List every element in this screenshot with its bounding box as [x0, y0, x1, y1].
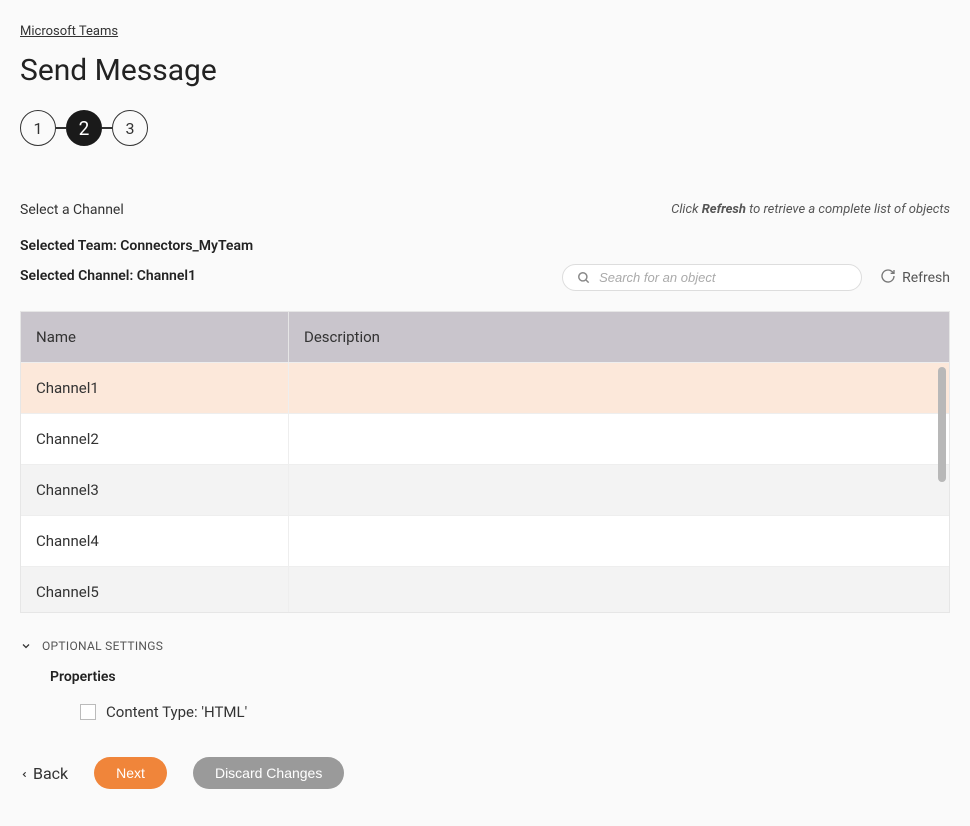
refresh-hint: Click Refresh to retrieve a complete lis… [671, 202, 950, 217]
breadcrumb-link[interactable]: Microsoft Teams [20, 24, 118, 39]
cell-name: Channel1 [21, 363, 289, 413]
step-connector [102, 127, 112, 129]
hint-suffix: to retrieve a complete list of objects [746, 202, 950, 217]
cell-name: Channel3 [21, 465, 289, 515]
channel-table: Name Description Channel1Channel2Channel… [20, 311, 950, 613]
back-button[interactable]: Back [20, 764, 68, 783]
search-input[interactable] [599, 270, 847, 285]
cell-name: Channel2 [21, 414, 289, 464]
optional-settings-label: OPTIONAL SETTINGS [42, 639, 163, 653]
step-connector [56, 127, 66, 129]
selected-team: Selected Team: Connectors_MyTeam [20, 238, 950, 254]
table-row[interactable]: Channel1 [21, 362, 949, 413]
chevron-down-icon [20, 640, 32, 652]
discard-button[interactable]: Discard Changes [193, 757, 344, 789]
header-description[interactable]: Description [289, 328, 949, 346]
table-body: Channel1Channel2Channel3Channel4Channel5 [21, 362, 949, 612]
search-box[interactable] [562, 264, 862, 291]
refresh-icon [880, 268, 896, 288]
hint-prefix: Click [671, 202, 702, 217]
hint-strong: Refresh [702, 202, 746, 217]
table-row[interactable]: Channel5 [21, 566, 949, 612]
search-icon [577, 271, 591, 285]
refresh-button[interactable]: Refresh [880, 268, 950, 288]
refresh-label: Refresh [902, 270, 950, 286]
scrollbar[interactable] [938, 367, 946, 482]
section-label: Select a Channel [20, 202, 124, 218]
step-1[interactable]: 1 [20, 110, 56, 146]
step-3[interactable]: 3 [112, 110, 148, 146]
content-type-checkbox[interactable] [80, 704, 96, 720]
next-button[interactable]: Next [94, 757, 167, 789]
table-header: Name Description [21, 312, 949, 362]
back-label: Back [33, 764, 68, 783]
properties-label: Properties [50, 669, 950, 685]
cell-name: Channel4 [21, 516, 289, 566]
header-name[interactable]: Name [21, 312, 289, 362]
page-title: Send Message [20, 53, 950, 88]
content-type-row[interactable]: Content Type: 'HTML' [80, 703, 950, 721]
step-2[interactable]: 2 [66, 110, 102, 146]
chevron-left-icon [20, 764, 29, 783]
table-row[interactable]: Channel3 [21, 464, 949, 515]
optional-settings-toggle[interactable]: OPTIONAL SETTINGS [20, 639, 950, 653]
table-row[interactable]: Channel4 [21, 515, 949, 566]
stepper: 1 2 3 [20, 110, 950, 146]
footer-buttons: Back Next Discard Changes [20, 757, 950, 789]
table-row[interactable]: Channel2 [21, 413, 949, 464]
content-type-label: Content Type: 'HTML' [106, 703, 247, 721]
cell-name: Channel5 [21, 567, 289, 612]
